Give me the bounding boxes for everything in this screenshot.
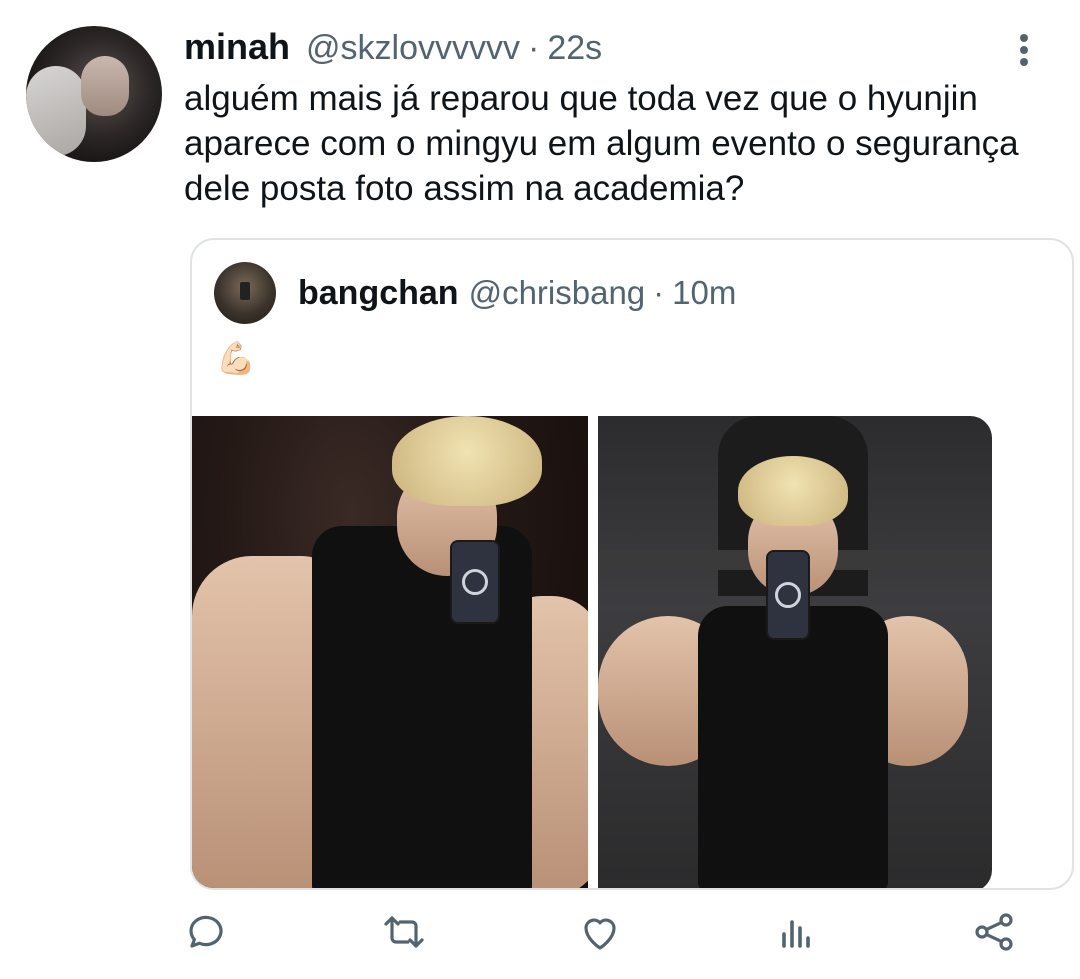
tweet-actions <box>0 908 1080 968</box>
tweet-header: minah @skzlovvvvvv · 22s <box>184 26 602 76</box>
quote-text: 💪🏻 <box>216 340 256 376</box>
quote-avatar[interactable] <box>214 262 276 324</box>
quote-header: bangchan @chrisbang · 10m <box>298 274 736 313</box>
photo-left-hair <box>392 416 542 506</box>
avatar-face <box>81 56 129 116</box>
more-dot <box>1020 34 1028 42</box>
heart-icon[interactable] <box>576 908 624 956</box>
timestamp[interactable]: 22s <box>547 29 602 68</box>
analytics-icon[interactable] <box>772 908 820 956</box>
quote-avatar-phone <box>240 282 250 300</box>
separator: · <box>528 29 540 67</box>
quote-separator: · <box>653 274 665 311</box>
quoted-tweet[interactable]: bangchan @chrisbang · 10m 💪🏻 <box>190 238 1074 890</box>
photo-right[interactable] <box>598 416 992 888</box>
handle[interactable]: @skzlovvvvvv <box>306 29 520 68</box>
quote-display-name: bangchan <box>298 274 459 312</box>
quote-handle: @chrisbang <box>468 274 646 311</box>
photo-left[interactable] <box>192 416 588 888</box>
photo-right-hair <box>738 456 848 526</box>
more-dot <box>1020 46 1028 54</box>
avatar-hood <box>26 66 86 156</box>
photo-right-tank <box>698 606 888 888</box>
photo-left-phone <box>450 540 500 624</box>
photo-right-phone <box>766 550 810 640</box>
tweet[interactable]: minah @skzlovvvvvv · 22s alguém mais já … <box>0 0 1080 979</box>
tweet-text: alguém mais já reparou que toda vez que … <box>184 79 1019 208</box>
retweet-icon[interactable] <box>380 908 428 956</box>
share-icon[interactable] <box>970 908 1018 956</box>
quote-timestamp: 10m <box>672 274 737 311</box>
avatar[interactable] <box>26 26 162 162</box>
more-options-icon[interactable] <box>1004 30 1044 70</box>
quote-media <box>192 416 1072 888</box>
display-name[interactable]: minah <box>184 26 290 68</box>
more-dot <box>1020 58 1028 66</box>
reply-icon[interactable] <box>182 908 230 956</box>
